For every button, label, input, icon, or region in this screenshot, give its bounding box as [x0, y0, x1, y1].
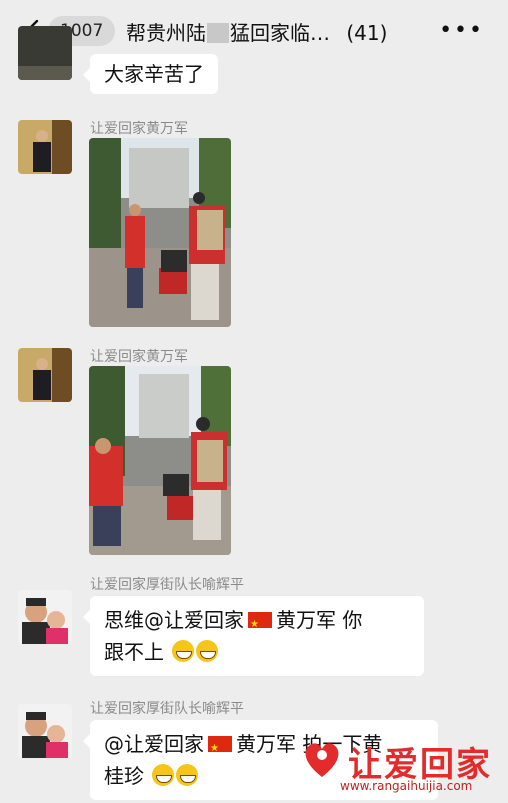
member-count: (41): [346, 21, 388, 45]
chat-header: 1007 帮贵州陆 猛回家临… (41) •••: [0, 0, 508, 60]
mention-link[interactable]: @让爱回家: [104, 732, 204, 756]
message-line: 思维@让爱回家黄万军 你: [104, 604, 410, 641]
mention-link[interactable]: @让爱回家: [144, 608, 244, 632]
grin-emoji-icon: [176, 764, 199, 786]
watermark: 让爱回家 www.rangaihuijia.com: [300, 737, 500, 795]
message-bubble[interactable]: 思维@让爱回家黄万军 你 跟不上: [83, 596, 424, 676]
avatar[interactable]: [18, 348, 72, 402]
avatar[interactable]: [18, 590, 72, 644]
chat-title-part1: 帮贵州陆: [126, 21, 206, 45]
sender-name: 让爱回家黄万军: [90, 349, 188, 365]
avatar[interactable]: [18, 704, 72, 758]
china-flag-icon: [248, 609, 272, 641]
chat-title-part2: 猛回家临…: [230, 21, 330, 45]
sender-name: 让爱回家厚街队长喻辉平: [90, 701, 244, 717]
message-photo[interactable]: [89, 366, 231, 555]
redacted-char: [207, 23, 229, 43]
grin-emoji-icon: [172, 640, 195, 662]
avatar[interactable]: [18, 120, 72, 174]
sender-name: 让爱回家黄万军: [90, 121, 188, 137]
grin-emoji-icon: [196, 640, 219, 662]
grin-emoji-icon: [152, 764, 175, 786]
avatar[interactable]: [18, 26, 72, 80]
sender-name: 让爱回家厚街队长喻辉平: [90, 577, 244, 593]
message-photo[interactable]: [89, 138, 231, 327]
more-icon[interactable]: •••: [439, 20, 484, 42]
message-text: 大家辛苦了: [104, 62, 204, 86]
chat-title: 帮贵州陆 猛回家临… (41): [126, 17, 387, 46]
watermark-url: www.rangaihuijia.com: [340, 779, 473, 793]
china-flag-icon: [208, 733, 232, 765]
heart-logo-icon: [305, 743, 339, 777]
message-bubble[interactable]: 大家辛苦了: [83, 54, 218, 94]
message-item: 大家辛苦了: [0, 26, 508, 100]
